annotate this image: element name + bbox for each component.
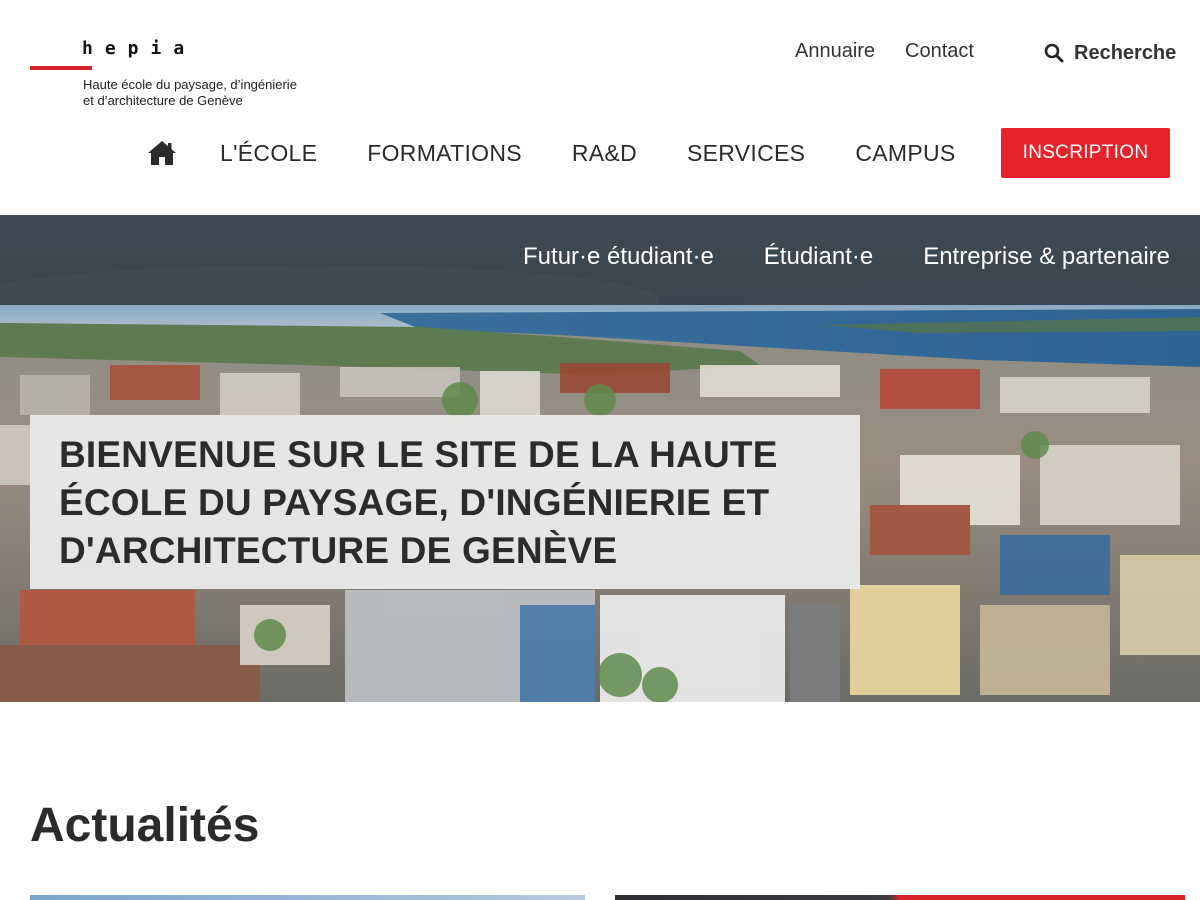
- logo-red-bar: [30, 66, 92, 70]
- logo-tagline: Haute école du paysage, d’ingénierie et …: [83, 77, 297, 109]
- news-card-1-image[interactable]: [30, 895, 585, 900]
- hero-title-box: BIENVENUE SUR LE SITE DE LA HAUTE ÉCOLE …: [30, 415, 860, 589]
- main-navigation: L'ÉCOLE FORMATIONS RA&D SERVICES CAMPUS: [147, 138, 956, 168]
- nav-item-services[interactable]: SERVICES: [687, 140, 805, 167]
- annuaire-link[interactable]: Annuaire: [795, 40, 875, 63]
- home-icon[interactable]: [147, 140, 177, 166]
- inscription-button[interactable]: INSCRIPTION: [1001, 128, 1170, 178]
- logo-wordmark: hepia: [82, 38, 197, 59]
- audience-bar: Futur·e étudiant·e Étudiant·e Entreprise…: [0, 215, 1200, 305]
- nav-item-rad[interactable]: RA&D: [572, 140, 637, 167]
- audience-link-business-partner[interactable]: Entreprise & partenaire: [923, 243, 1170, 271]
- site-header: hepia Haute école du paysage, d’ingénier…: [0, 0, 1200, 215]
- nav-item-ecole[interactable]: L'ÉCOLE: [220, 140, 317, 167]
- nav-item-formations[interactable]: FORMATIONS: [367, 140, 522, 167]
- search-icon: [1044, 43, 1064, 63]
- audience-links: Futur·e étudiant·e Étudiant·e Entreprise…: [523, 243, 1170, 271]
- search-label: Recherche: [1074, 41, 1177, 64]
- search-button[interactable]: Recherche: [1044, 40, 1176, 66]
- hepia-logo[interactable]: hepia Haute école du paysage, d’ingénier…: [30, 36, 310, 116]
- logo-tagline-line2: et d’architecture de Genève: [83, 93, 243, 108]
- news-section-title: Actualités: [30, 799, 260, 852]
- nav-item-campus[interactable]: CAMPUS: [855, 140, 955, 167]
- hero-banner: BIENVENUE SUR LE SITE DE LA HAUTE ÉCOLE …: [0, 305, 1200, 702]
- logo-tagline-line1: Haute école du paysage, d’ingénierie: [83, 77, 297, 92]
- contact-link[interactable]: Contact: [905, 40, 974, 63]
- audience-link-student[interactable]: Étudiant·e: [764, 243, 873, 271]
- audience-link-future-student[interactable]: Futur·e étudiant·e: [523, 243, 714, 271]
- hero-title: BIENVENUE SUR LE SITE DE LA HAUTE ÉCOLE …: [59, 434, 778, 571]
- news-card-2-image[interactable]: [615, 895, 1185, 900]
